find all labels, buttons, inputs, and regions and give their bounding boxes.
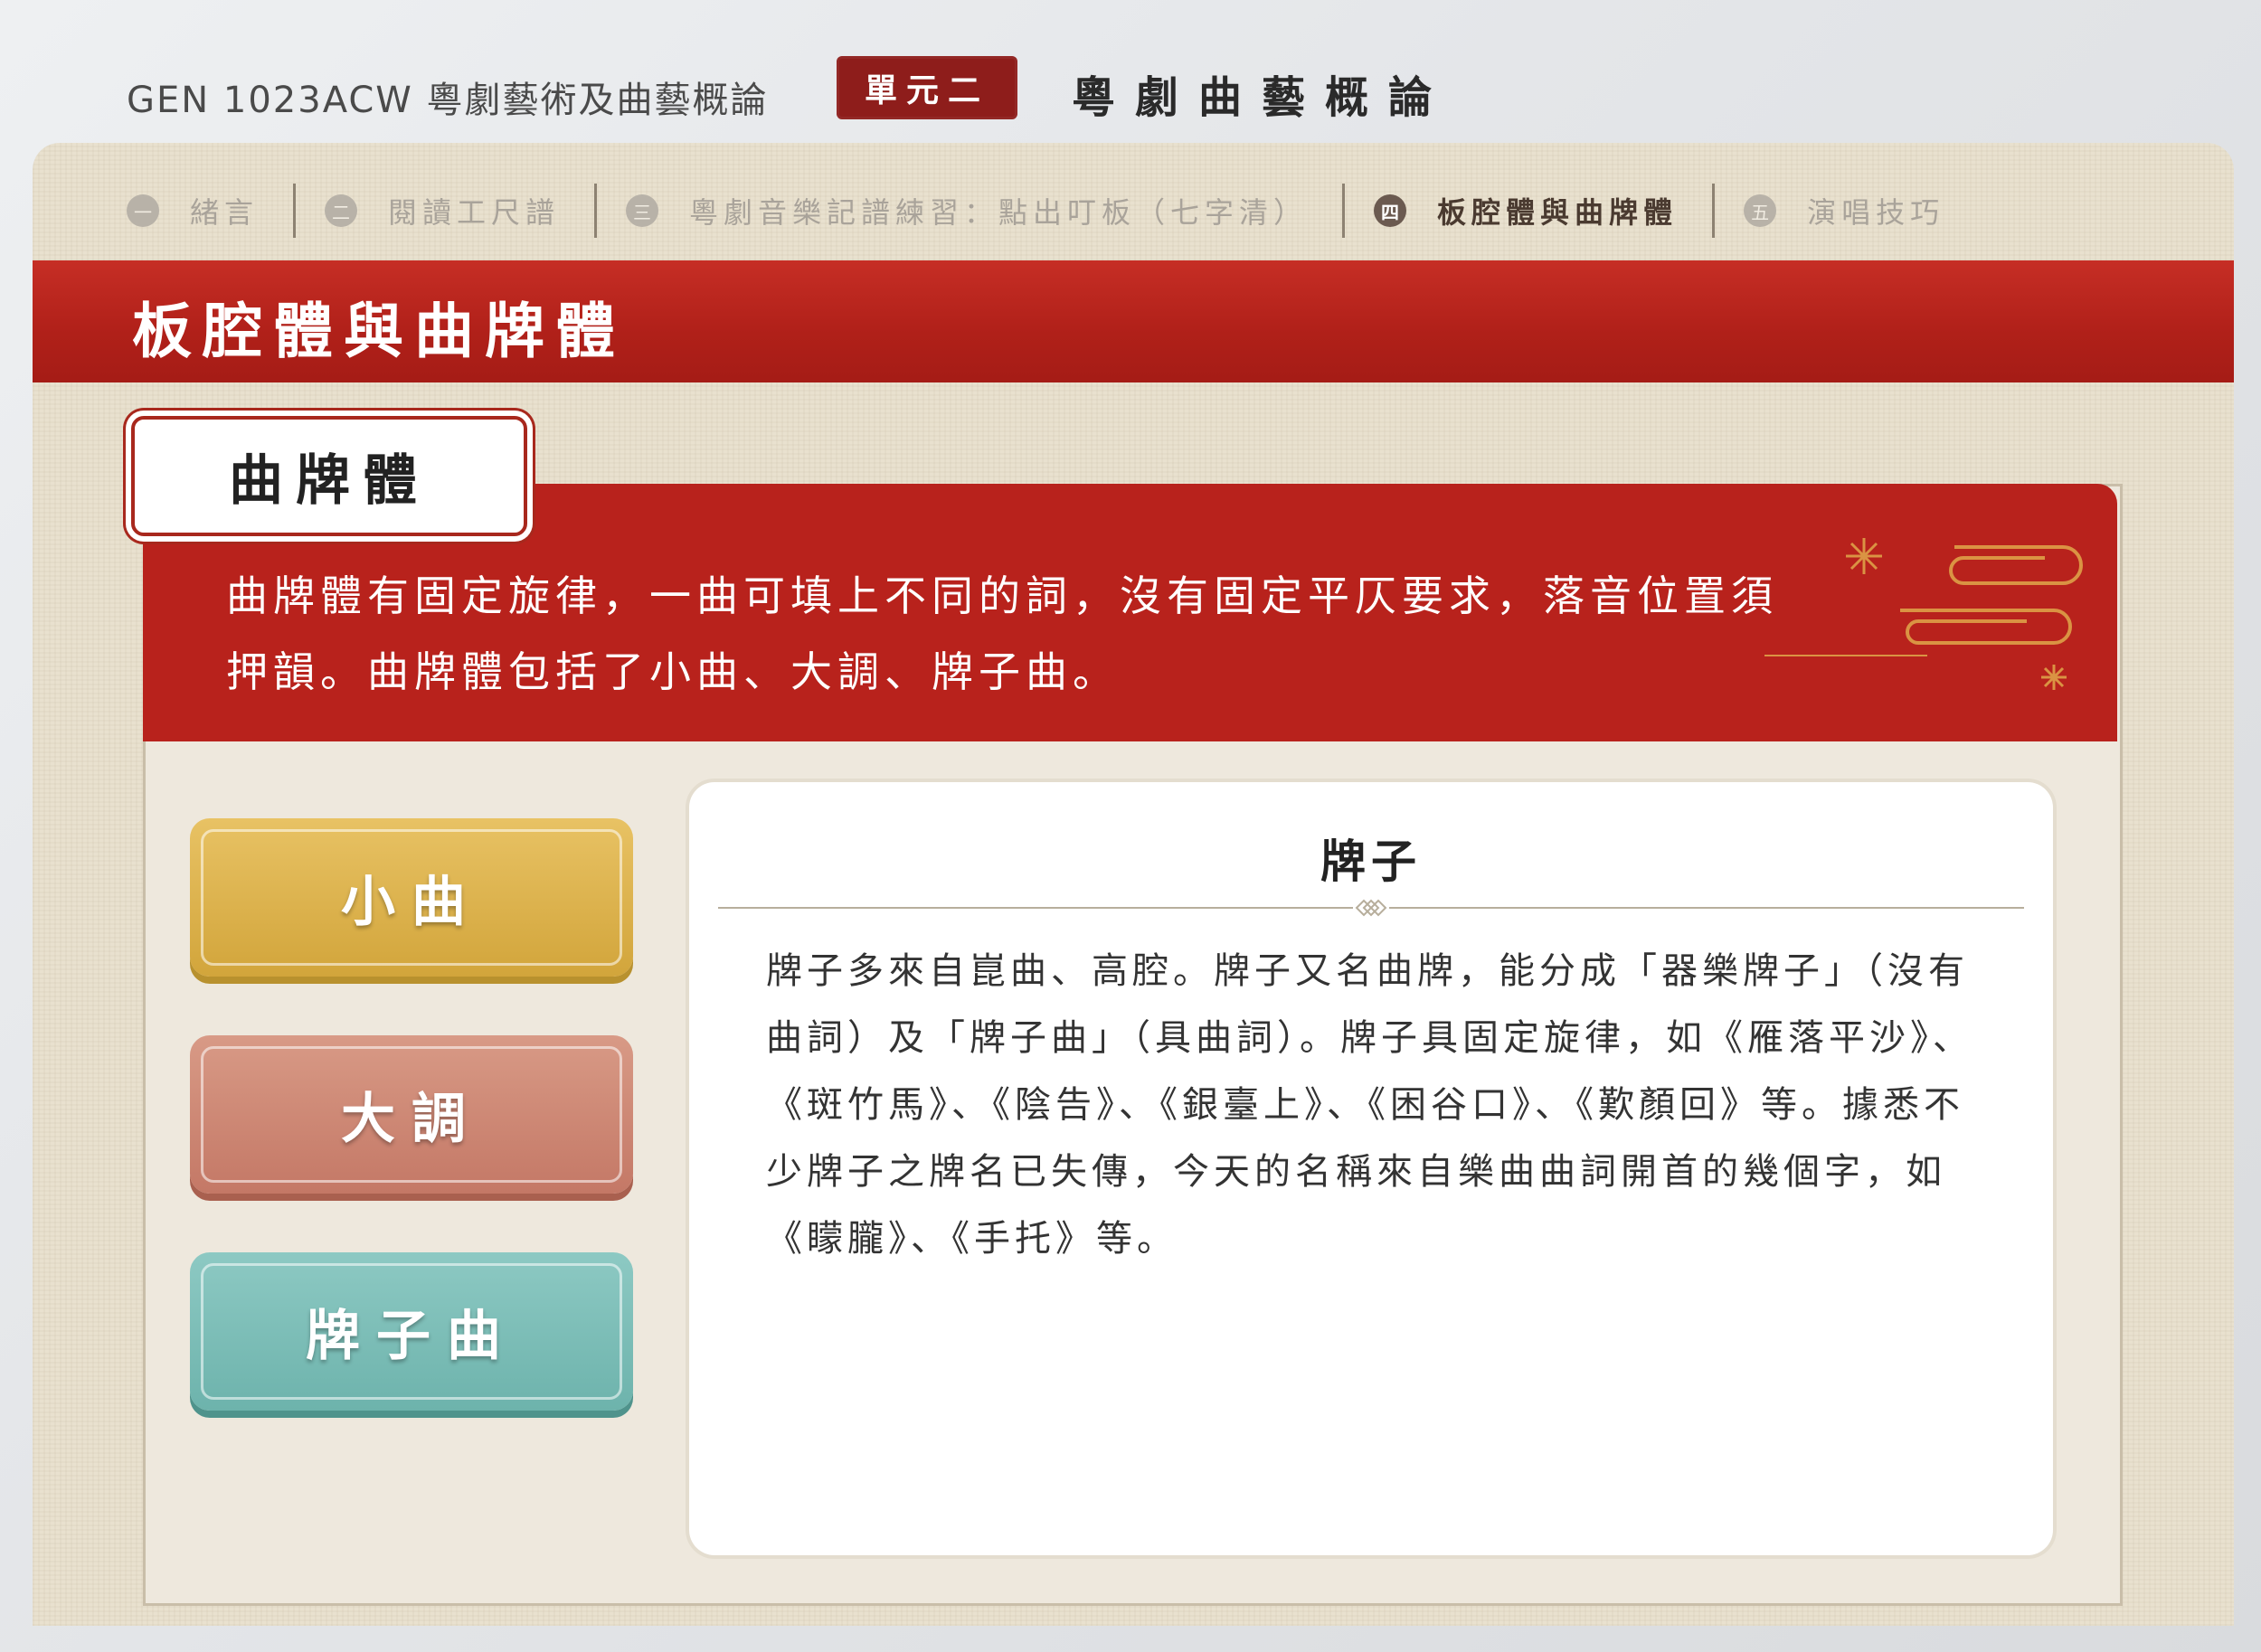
tab-label: 緒言 [190, 195, 260, 230]
tab-intro[interactable]: 一 緒言 [127, 190, 293, 231]
section-tag: 曲牌體 [131, 416, 527, 536]
detail-card: 牌子 牌子多來自崑曲、高腔。牌子又名曲牌，能分成「器樂牌子」（沒有曲詞）及「牌子… [689, 782, 2053, 1555]
unit-title: 粵劇曲藝概論 [1072, 72, 1452, 123]
unit-badge: 單元二 [837, 56, 1017, 119]
tab-label: 粵劇音樂記譜練習：點出叮板（七字清） [689, 195, 1309, 230]
tab-label: 板腔體與曲牌體 [1437, 195, 1679, 230]
section-banner: 板腔體與曲牌體 [33, 260, 2234, 382]
tab-reading-gongche[interactable]: 二 閱讀工尺譜 [325, 190, 594, 231]
tab-banqiang-qupai[interactable]: 四 板腔體與曲牌體 [1374, 190, 1712, 231]
detail-body: 牌子多來自崑曲、高腔。牌子又名曲牌，能分成「器樂牌子」（沒有曲詞）及「牌子曲」（… [766, 950, 1973, 1260]
tab-number-icon: 五 [1744, 194, 1777, 227]
tab-number-icon: 二 [325, 194, 358, 227]
nav-tabs: 一 緒言 二 閱讀工尺譜 三 粵劇音樂記譜練習：點出叮板（七字清） 四 板腔體與… [127, 179, 1979, 242]
course-code: GEN 1023ACW 粵劇藝術及曲藝概論 [127, 80, 769, 121]
tab-label: 閱讀工尺譜 [388, 195, 561, 230]
tab-number-icon: 四 [1374, 194, 1407, 227]
xiaoqu-button-label: 小曲 [341, 871, 482, 934]
intro-text: 曲牌體有固定旋律，一曲可填上不同的詞，沒有固定平仄要求，落音位置須押韻。曲牌體包… [226, 571, 1778, 696]
section-tag-label: 曲牌體 [229, 449, 430, 513]
tab-singing-technique[interactable]: 五 演唱技巧 [1744, 190, 1979, 231]
tab-separator [594, 184, 598, 238]
xiaoqu-button[interactable]: 小曲 [190, 818, 633, 977]
cloud-ornament-icon [1764, 538, 2083, 690]
paiziqu-button[interactable]: 牌子曲 [190, 1252, 633, 1411]
dadiao-button[interactable]: 大調 [190, 1035, 633, 1194]
tab-separator [1712, 184, 1716, 238]
dadiao-button-label: 大調 [341, 1088, 482, 1151]
detail-title: 牌子 [1320, 835, 1422, 888]
tab-notation-practice[interactable]: 三 粵劇音樂記譜練習：點出叮板（七字清） [626, 190, 1342, 231]
knot-ornament-icon [1353, 896, 1389, 920]
banner-title: 板腔體與曲牌體 [132, 296, 626, 366]
tab-separator [1342, 184, 1346, 238]
paiziqu-button-label: 牌子曲 [306, 1305, 517, 1368]
top-header: GEN 1023ACW 粵劇藝術及曲藝概論 單元二 粵劇曲藝概論 [0, 0, 2261, 145]
tab-separator [293, 184, 297, 238]
tab-number-icon: 一 [127, 194, 159, 227]
tab-label: 演唱技巧 [1807, 195, 1945, 230]
tab-number-icon: 三 [626, 194, 659, 227]
